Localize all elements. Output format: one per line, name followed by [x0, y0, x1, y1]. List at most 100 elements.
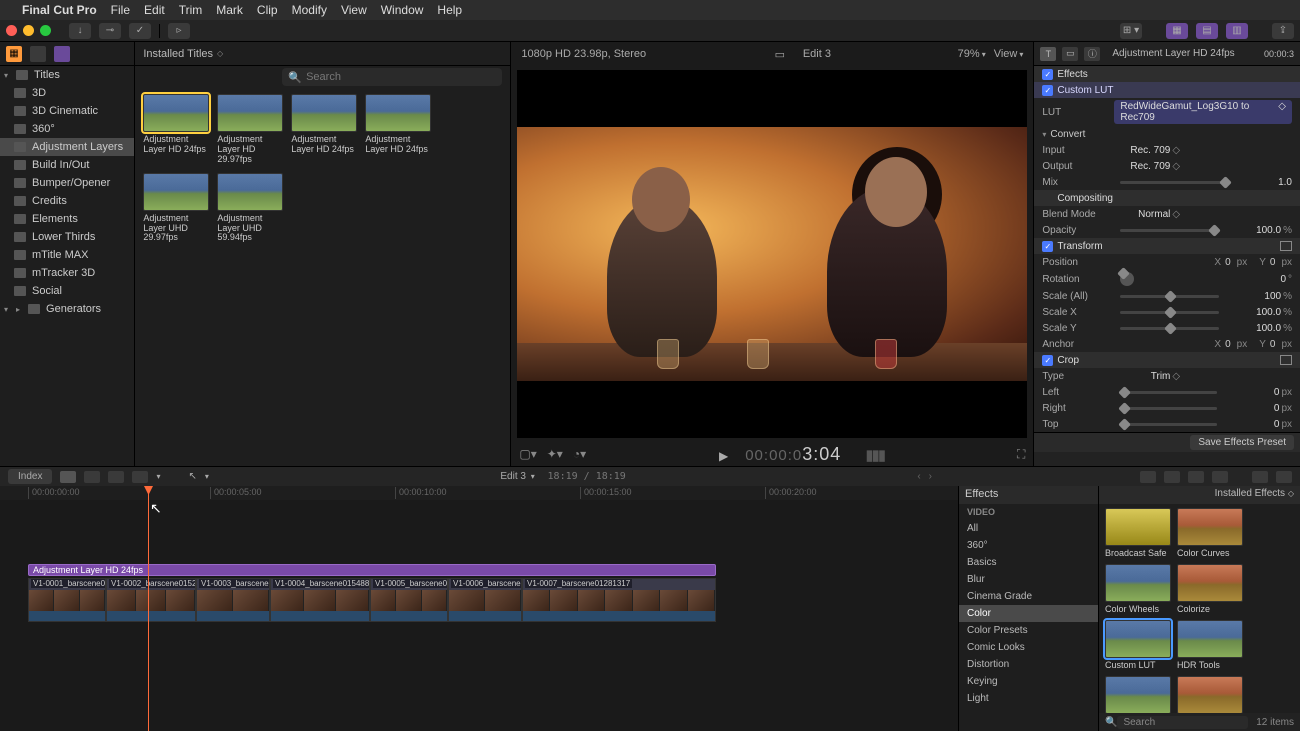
- skimming-button[interactable]: [1140, 471, 1156, 483]
- sidebar-item-3d-cinematic[interactable]: 3D Cinematic: [0, 102, 134, 120]
- video-clip[interactable]: V1-0006_barscene...: [448, 578, 522, 622]
- crop-checkbox[interactable]: [1042, 355, 1053, 366]
- app-name[interactable]: Final Cut Pro: [22, 3, 97, 17]
- browser-item[interactable]: Adjustment Layer UHD 29.97fps: [143, 173, 209, 244]
- mix-slider[interactable]: [1120, 181, 1230, 184]
- sidebar-item-mtracker-3d[interactable]: mTracker 3D: [0, 264, 134, 282]
- sidebar-root-generators[interactable]: ▸Generators: [0, 300, 134, 318]
- browser-item[interactable]: Adjustment Layer UHD 59.94fps: [217, 173, 283, 244]
- viewer-canvas[interactable]: [517, 70, 1027, 438]
- browser-item[interactable]: Adjustment Layer HD 24fps: [291, 94, 357, 165]
- snapping-button[interactable]: [1212, 471, 1228, 483]
- sidebar-item-bumper-opener[interactable]: Bumper/Opener: [0, 174, 134, 192]
- timecode-display[interactable]: ▶ 00:00:03:04 ▮▮▮: [596, 444, 1007, 465]
- custom-lut-section[interactable]: Custom LUT: [1034, 82, 1300, 98]
- fx-category-color[interactable]: Color: [959, 605, 1098, 622]
- crop-left-slider[interactable]: [1120, 391, 1217, 394]
- fx-category-blur[interactable]: Blur: [959, 571, 1098, 588]
- fx-category-comic-looks[interactable]: Comic Looks: [959, 639, 1098, 656]
- fx-item-broadcast-safe[interactable]: Broadcast Safe: [1105, 508, 1171, 558]
- scale-x-slider[interactable]: [1120, 311, 1219, 314]
- keyword-button[interactable]: ⊸: [99, 23, 121, 39]
- effects-browser-button[interactable]: [1252, 471, 1268, 483]
- fx-category-color-presets[interactable]: Color Presets: [959, 622, 1098, 639]
- lut-checkbox[interactable]: [1042, 85, 1053, 96]
- share-button[interactable]: ⇪: [1272, 23, 1294, 39]
- close-window[interactable]: [6, 25, 17, 36]
- append-clip-button[interactable]: [108, 471, 124, 483]
- viewer-zoom[interactable]: 79%: [958, 48, 980, 60]
- fx-category-keying[interactable]: Keying: [959, 673, 1098, 690]
- menu-window[interactable]: Window: [381, 3, 424, 17]
- fx-category-distortion[interactable]: Distortion: [959, 656, 1098, 673]
- solo-button[interactable]: [1188, 471, 1204, 483]
- transform-checkbox[interactable]: [1042, 241, 1053, 252]
- tab-video-inspector[interactable]: ▭: [1062, 47, 1078, 61]
- menu-edit[interactable]: Edit: [144, 3, 165, 17]
- effects-section[interactable]: Effects: [1034, 66, 1300, 82]
- fx-item-color-wheels[interactable]: Color Wheels: [1105, 564, 1171, 614]
- menu-help[interactable]: Help: [437, 3, 462, 17]
- sidebar-root-titles[interactable]: Titles: [0, 66, 134, 84]
- sidebar-item-build-in-out[interactable]: Build In/Out: [0, 156, 134, 174]
- browser-header[interactable]: Installed Titles ◇: [135, 42, 510, 66]
- sidebar-item-mtitle-max[interactable]: mTitle MAX: [0, 246, 134, 264]
- audio-skimming-button[interactable]: [1164, 471, 1180, 483]
- video-clip[interactable]: V1-0003_barscene0152...: [196, 578, 270, 622]
- sidebar-item-elements[interactable]: Elements: [0, 210, 134, 228]
- crop-type[interactable]: Trim: [1114, 371, 1170, 382]
- browser-item[interactable]: Adjustment Layer HD 29.97fps: [217, 94, 283, 165]
- video-clip[interactable]: V1-0002_barscene0152...: [106, 578, 196, 622]
- sidebar-item-lower-thirds[interactable]: Lower Thirds: [0, 228, 134, 246]
- overwrite-clip-button[interactable]: [132, 471, 148, 483]
- tab-title-inspector[interactable]: T: [1040, 47, 1056, 61]
- zoom-window[interactable]: [40, 25, 51, 36]
- fullscreen-button[interactable]: ⛶: [1017, 447, 1025, 462]
- view-menu[interactable]: View: [994, 48, 1018, 60]
- output-value[interactable]: Rec. 709: [1114, 161, 1170, 172]
- opacity-slider[interactable]: [1120, 229, 1219, 232]
- sidebar-item-3d[interactable]: 3D: [0, 84, 134, 102]
- adjustment-layer-clip[interactable]: Adjustment Layer HD 24fps: [28, 564, 716, 576]
- transform-onscreen[interactable]: [1280, 241, 1292, 251]
- transitions-browser-button[interactable]: [1276, 471, 1292, 483]
- crop-onscreen[interactable]: [1280, 355, 1292, 365]
- video-clip[interactable]: V1-0001_barscene01...: [28, 578, 106, 622]
- sidebar-item-credits[interactable]: Credits: [0, 192, 134, 210]
- timeline-toggle[interactable]: ▤: [1196, 23, 1218, 39]
- crop-top-slider[interactable]: [1120, 423, 1217, 426]
- menu-view[interactable]: View: [341, 3, 367, 17]
- background-tasks[interactable]: ✓: [129, 23, 151, 39]
- fx-category-basics[interactable]: Basics: [959, 554, 1098, 571]
- connect-clip-button[interactable]: [60, 471, 76, 483]
- nav-forward[interactable]: ›: [929, 471, 932, 482]
- menu-clip[interactable]: Clip: [257, 3, 278, 17]
- save-effects-preset-button[interactable]: Save Effects Preset: [1190, 435, 1294, 450]
- transform-tool[interactable]: ▢▾: [519, 447, 536, 461]
- video-clip[interactable]: V1-0004_barscene01548823: [270, 578, 370, 622]
- fx-item-colorize[interactable]: Colorize: [1177, 564, 1243, 614]
- import-button[interactable]: ↓: [69, 23, 91, 39]
- menu-mark[interactable]: Mark: [216, 3, 243, 17]
- tab-info-inspector[interactable]: ⓘ: [1084, 47, 1100, 61]
- insert-clip-button[interactable]: [84, 471, 100, 483]
- video-clip[interactable]: V1-0005_barscene0154...: [370, 578, 448, 622]
- nav-back[interactable]: ‹: [917, 471, 920, 482]
- menu-file[interactable]: File: [111, 3, 130, 17]
- fx-item-hdr-tools[interactable]: HDR Tools: [1177, 620, 1243, 670]
- library-icon[interactable]: ▦: [6, 46, 22, 62]
- minimize-window[interactable]: [23, 25, 34, 36]
- render-button[interactable]: ▹: [168, 23, 190, 39]
- transform-section[interactable]: Transform: [1034, 238, 1300, 254]
- crop-section[interactable]: Crop: [1034, 352, 1300, 368]
- enhance-tool[interactable]: ✦▾: [547, 447, 563, 461]
- inspector-toggle[interactable]: ▥: [1226, 23, 1248, 39]
- effects-checkbox[interactable]: [1042, 69, 1053, 80]
- fx-item-color-curves[interactable]: Color Curves: [1177, 508, 1243, 558]
- browser-item[interactable]: Adjustment Layer HD 24fps: [365, 94, 431, 165]
- sidebar-item-social[interactable]: Social: [0, 282, 134, 300]
- disclosure-triangle[interactable]: ▾: [1042, 130, 1046, 139]
- select-tool[interactable]: ↖: [188, 471, 196, 482]
- index-button[interactable]: Index: [8, 469, 52, 484]
- play-icon[interactable]: ▶: [719, 449, 729, 463]
